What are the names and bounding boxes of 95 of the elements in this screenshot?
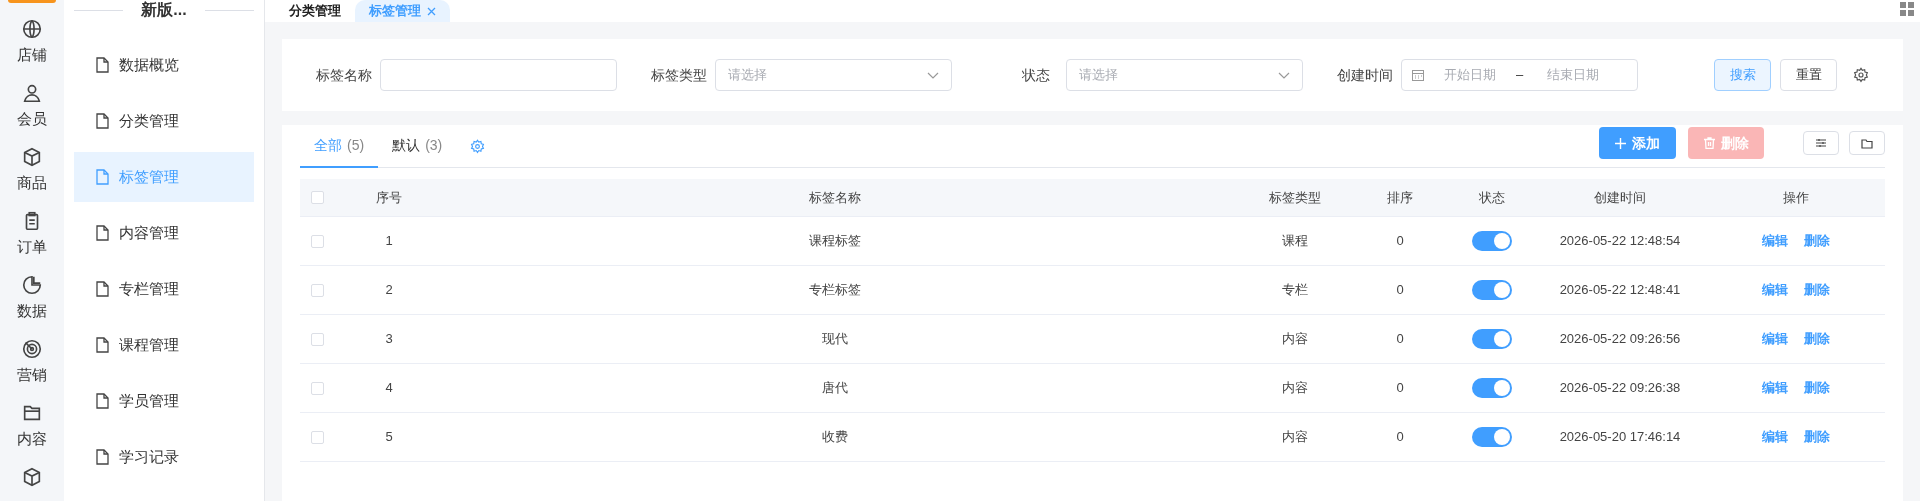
column-header: 创建时间 xyxy=(1593,188,1647,207)
table-cell-text: 0 xyxy=(1395,330,1405,349)
rail-item[interactable]: 内容 xyxy=(0,398,64,462)
column-header: 标签类型 xyxy=(1268,188,1322,207)
table-cell-text: 内容 xyxy=(1281,379,1309,398)
sidebar-item[interactable]: 学习记录 xyxy=(74,432,254,482)
checkbox[interactable] xyxy=(311,191,324,204)
close-icon[interactable] xyxy=(427,6,436,16)
grid-icon[interactable] xyxy=(1900,2,1914,16)
table-cell-text: 现代 xyxy=(821,330,849,349)
field-label: 标签类型 xyxy=(651,65,707,85)
sidebar-item[interactable]: 学员管理 xyxy=(74,376,254,426)
toggle-switch[interactable] xyxy=(1472,231,1512,251)
table-cell-text: 0 xyxy=(1395,428,1405,447)
sliders-icon xyxy=(1815,137,1827,149)
trash-icon xyxy=(1703,137,1715,149)
target-icon xyxy=(21,338,43,360)
date-range-field[interactable]: 开始日期 – 结束日期 xyxy=(1401,59,1638,91)
table-cell-text: 唐代 xyxy=(821,379,849,398)
checkbox[interactable] xyxy=(311,381,324,395)
column-header: 状态 xyxy=(1478,188,1506,207)
rail-item[interactable]: 会员 xyxy=(0,78,64,142)
page-tab[interactable]: 分类管理 xyxy=(275,0,355,22)
column-header: 操作 xyxy=(1782,188,1810,207)
table-cell-text: 3 xyxy=(384,330,394,349)
document-icon xyxy=(96,57,109,73)
column-header: 标签名称 xyxy=(808,188,862,207)
calendar-icon xyxy=(1412,69,1424,81)
toggle-switch[interactable] xyxy=(1472,427,1512,447)
folder-button[interactable] xyxy=(1849,131,1885,155)
column-header: 序号 xyxy=(375,188,403,207)
rail-item[interactable]: 营销 xyxy=(0,334,64,398)
sidebar-item[interactable]: 分类管理 xyxy=(74,96,254,146)
sidebar-item[interactable]: 课程管理 xyxy=(74,320,254,370)
table-cell-text: 专栏标签 xyxy=(808,281,862,300)
sidebar-title: 新版... xyxy=(140,1,188,19)
table-cell-text: 0 xyxy=(1395,281,1405,300)
table-cell-text: 专栏 xyxy=(1281,281,1309,300)
document-icon xyxy=(96,337,109,353)
field-label: 状态 xyxy=(1021,65,1051,85)
document-icon xyxy=(96,281,109,297)
folder-icon xyxy=(1861,137,1873,149)
table-cell-text: 4 xyxy=(384,379,394,398)
filter-settings-button[interactable] xyxy=(1803,131,1839,155)
document-icon xyxy=(96,113,109,129)
settings-icon[interactable] xyxy=(1853,67,1869,83)
rail-item[interactable]: 店铺 xyxy=(0,14,64,78)
table-cell-text: 5 xyxy=(384,428,394,447)
column-header: 排序 xyxy=(1386,188,1414,207)
table-cell-text: 课程标签 xyxy=(808,232,862,251)
table-cell-text: 2026-05-22 09:26:56 xyxy=(1558,330,1682,349)
tab[interactable]: 默认 (3) xyxy=(378,124,457,168)
toggle-switch[interactable] xyxy=(1472,329,1512,349)
tab[interactable]: 全部 (5) xyxy=(300,124,379,168)
rail-item[interactable]: 商品 xyxy=(0,142,64,206)
table-cell-text: 收费 xyxy=(821,428,849,447)
globe-icon xyxy=(21,18,43,40)
document-icon xyxy=(96,169,109,185)
toggle-switch[interactable] xyxy=(1472,280,1512,300)
chevron-down-icon xyxy=(927,71,939,79)
table-cell-text: 2026-05-22 09:26:38 xyxy=(1558,379,1682,398)
toggle-switch[interactable] xyxy=(1472,378,1512,398)
chevron-down-icon xyxy=(1278,71,1290,79)
document-icon xyxy=(96,393,109,409)
table-cell-text: 0 xyxy=(1395,379,1405,398)
field-label: 标签名称 xyxy=(316,65,372,85)
rail-item[interactable]: 数据 xyxy=(0,270,64,334)
sidebar-item[interactable]: 数据概览 xyxy=(74,40,254,90)
checkbox[interactable] xyxy=(311,283,324,297)
reset-button[interactable]: 重置 xyxy=(1780,59,1837,91)
table-cell-text: 0 xyxy=(1395,232,1405,251)
pie-chart-icon xyxy=(21,274,43,296)
table-cell-text: 2026-05-22 12:48:54 xyxy=(1558,232,1682,251)
box-icon xyxy=(21,146,43,168)
table-cell-text: 2 xyxy=(384,281,394,300)
table-cell-text: 2026-05-22 12:48:41 xyxy=(1558,281,1682,300)
document-icon xyxy=(96,225,109,241)
plus-icon xyxy=(1615,137,1626,149)
cube-icon[interactable] xyxy=(21,466,43,488)
sidebar-item[interactable]: 内容管理 xyxy=(74,208,254,258)
checkbox[interactable] xyxy=(311,430,324,444)
checkbox[interactable] xyxy=(311,332,324,346)
text-input[interactable] xyxy=(380,59,617,91)
document-icon xyxy=(96,449,109,465)
table-cell-text: 内容 xyxy=(1281,428,1309,447)
sidebar-item[interactable]: 专栏管理 xyxy=(74,264,254,314)
field-label: 创建时间 xyxy=(1337,65,1393,85)
table-cell-text: 内容 xyxy=(1281,330,1309,349)
active-indicator xyxy=(8,0,56,3)
table-cell-text: 课程 xyxy=(1281,232,1309,251)
checkbox[interactable] xyxy=(311,234,324,248)
user-icon xyxy=(21,82,43,104)
table-cell-text: 1 xyxy=(384,232,394,251)
rail-item[interactable]: 订单 xyxy=(0,206,64,270)
table-cell-text: 2026-05-20 17:46:14 xyxy=(1558,428,1682,447)
